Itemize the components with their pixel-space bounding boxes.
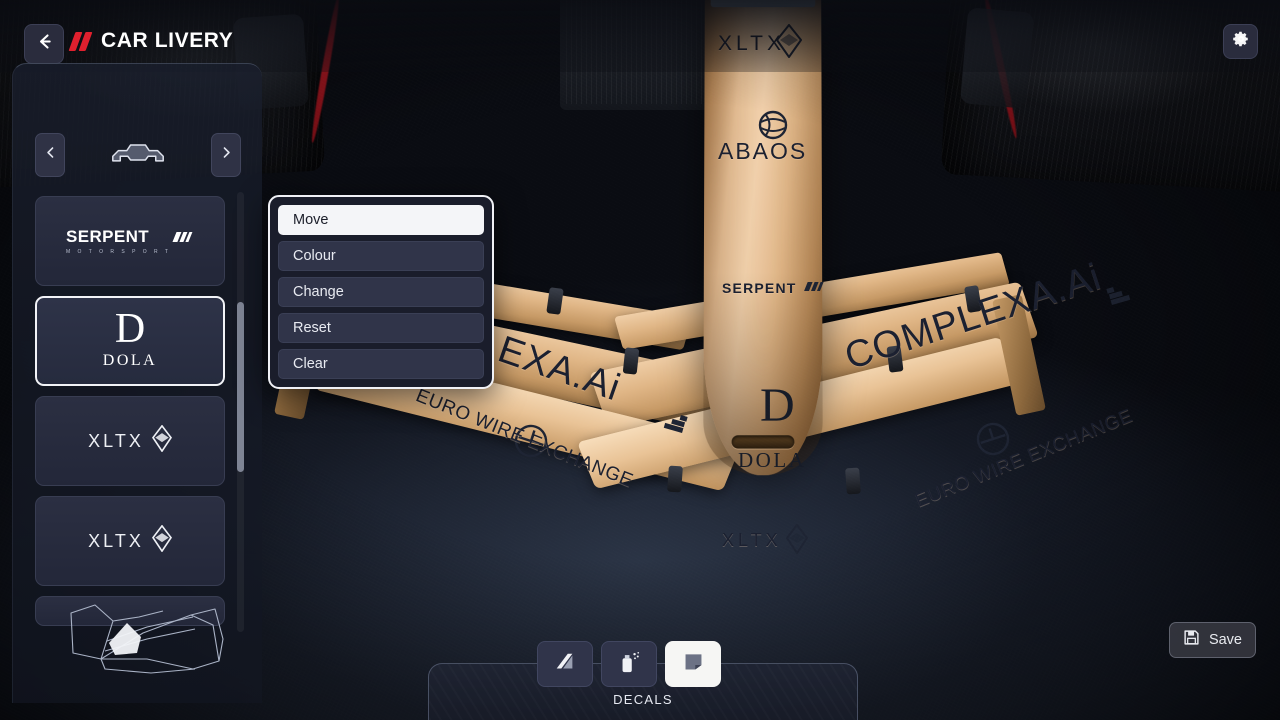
page-header: CAR LIVERY <box>72 29 233 53</box>
decal-slot-dola[interactable]: D DOLA <box>35 296 225 386</box>
xltx-diamond-icon <box>152 425 172 457</box>
front-wing-icon <box>110 140 166 170</box>
serpent-logo: SERPENT M O T O R S P O R T <box>66 227 194 255</box>
floppy-disk-icon <box>1183 629 1200 651</box>
decal-slot-xltx-2[interactable]: XLTX <box>35 496 225 586</box>
decal-slot-label: XLTX <box>88 431 144 452</box>
active-section-label: DECALS <box>429 692 857 707</box>
context-menu-item-clear[interactable]: Clear <box>278 349 484 379</box>
back-button[interactable] <box>24 24 64 64</box>
tab-decals[interactable] <box>665 641 721 687</box>
front-wing-wireframe-preview <box>43 581 243 691</box>
part-thumbnail <box>65 140 211 170</box>
decal-list-scrollbar-thumb[interactable] <box>237 302 244 472</box>
context-menu-item-colour[interactable]: Colour <box>278 241 484 271</box>
decal-list-scrollbar-track[interactable] <box>237 192 244 632</box>
context-menu-item-move[interactable]: Move <box>278 205 484 235</box>
car-livery-screen: XLTX ABAOS SERPENT D DOLA COMPLEXA.Ai EX… <box>0 0 1280 720</box>
xltx-logo: XLTX <box>88 525 172 557</box>
car-part-selector <box>35 131 241 179</box>
xltx-logo: XLTX <box>88 425 172 457</box>
spray-can-icon <box>617 650 641 679</box>
editor-mode-tabs <box>537 641 721 687</box>
settings-button[interactable] <box>1223 24 1258 59</box>
save-label: Save <box>1209 632 1242 648</box>
decal-slot-label: DOLA <box>103 352 157 370</box>
tab-livery-pattern[interactable] <box>537 641 593 687</box>
tab-spray-paint[interactable] <box>601 641 657 687</box>
part-prev-button[interactable] <box>35 133 65 177</box>
decal-slot-label: SERPENT <box>66 227 149 246</box>
context-menu-item-reset[interactable]: Reset <box>278 313 484 343</box>
dola-monogram: D <box>115 312 145 346</box>
context-menu-item-change[interactable]: Change <box>278 277 484 307</box>
livery-pattern-icon <box>553 650 577 679</box>
livery-sidebar: SERPENT M O T O R S P O R T D DOLA XLTX <box>12 63 262 703</box>
arrow-left-icon <box>35 32 54 56</box>
decal-slot-label: XLTX <box>88 531 144 552</box>
gear-icon <box>1232 30 1250 53</box>
save-button[interactable]: Save <box>1169 622 1256 658</box>
decal-slot-list[interactable]: SERPENT M O T O R S P O R T D DOLA XLTX <box>35 186 233 646</box>
decal-slot-serpent[interactable]: SERPENT M O T O R S P O R T <box>35 196 225 286</box>
decal-sticker-icon <box>682 650 705 678</box>
page-title: CAR LIVERY <box>101 29 233 53</box>
chevron-right-icon <box>220 146 233 164</box>
xltx-diamond-icon <box>152 525 172 557</box>
decal-slot-xltx-1[interactable]: XLTX <box>35 396 225 486</box>
chevron-left-icon <box>44 146 57 164</box>
double-slash-logo-icon <box>72 32 89 51</box>
decal-slot-sublabel: M O T O R S P O R T <box>66 249 171 255</box>
part-next-button[interactable] <box>211 133 241 177</box>
serpent-mark-icon <box>170 228 198 248</box>
decal-context-menu: Move Colour Change Reset Clear <box>268 195 494 389</box>
